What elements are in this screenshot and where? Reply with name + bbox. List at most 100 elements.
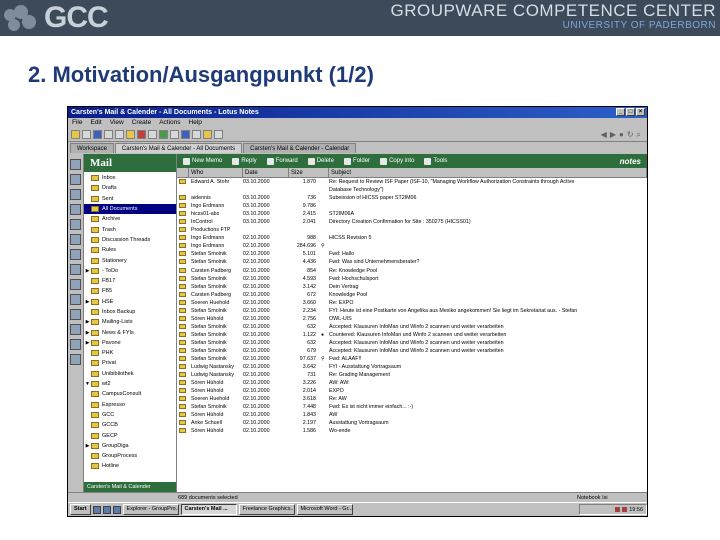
menu-file[interactable]: File	[72, 118, 82, 128]
bookmark-todo-icon[interactable]	[70, 204, 81, 215]
bookmark-web-icon[interactable]	[70, 219, 81, 230]
folder-item[interactable]: ▶ HSE	[84, 297, 176, 307]
document-row[interactable]: Stefan Smolnik 02.10.2000 2.234 FYI: Heute …	[177, 307, 647, 315]
minimize-button[interactable]: _	[616, 108, 625, 116]
toolbar-navigate-icon[interactable]	[181, 130, 190, 139]
document-row[interactable]: Carsten Padberg 02.10.2000 854 Re: Knowledg…	[177, 267, 647, 275]
document-row[interactable]: Stefan Smolnik 02.10.2000 1.122 ● Countered:…	[177, 331, 647, 339]
menu-view[interactable]: View	[110, 118, 124, 128]
column-who[interactable]: Who	[189, 168, 243, 177]
document-row[interactable]: Ingo Erdmann 02.10.2000 988 HICSS Revision …	[177, 234, 647, 242]
folder-item[interactable]: Rules	[84, 245, 176, 255]
toolbar-save-icon[interactable]	[82, 130, 91, 139]
document-row[interactable]: Sören Hühold 02.10.2000 2.014 EXPO	[177, 387, 647, 395]
expand-twisty-icon[interactable]: ▶	[84, 338, 91, 348]
tray-network-icon[interactable]	[615, 507, 621, 512]
tools-button[interactable]: Tools	[424, 157, 447, 165]
tab-calendar[interactable]: Carsten's Mail & Calender - Calendar	[243, 143, 357, 153]
folder-item[interactable]: Hotline	[84, 461, 176, 471]
document-row[interactable]: Edward A. Stohr 03.10.2000 1.870 Re: Reques…	[177, 178, 647, 186]
bookmark-database-icon[interactable]	[70, 234, 81, 245]
folder-item[interactable]: Discussion Threads	[84, 235, 176, 245]
maximize-button[interactable]: □	[626, 108, 635, 116]
document-row[interactable]: Productions FTP	[177, 226, 647, 234]
folder-item[interactable]: GroupProcess	[84, 451, 176, 461]
document-row[interactable]: Stefan Smolnik 02.10.2000 3.142 Dein Vertra…	[177, 283, 647, 291]
folder-item[interactable]: GCC	[84, 410, 176, 420]
document-row[interactable]: Soeren Huehold 02.10.2000 3.618 Re: AW	[177, 395, 647, 403]
new-memo-button[interactable]: New Memo	[183, 157, 222, 165]
toolbar-copy-icon[interactable]	[115, 130, 124, 139]
folder-item[interactable]: ▶ - ToDo	[84, 266, 176, 276]
bookmark-journal-icon[interactable]	[70, 264, 81, 275]
toolbar-search-icon[interactable]	[148, 130, 157, 139]
document-row[interactable]: Stefan Smolnik 02.10.2000 4.436 Fwd: Was si…	[177, 258, 647, 266]
document-row[interactable]: Ludwig Nastansky 02.10.2000 731 Re: Grading…	[177, 371, 647, 379]
menu-help[interactable]: Help	[189, 118, 202, 128]
folder-item[interactable]: Trash	[84, 224, 176, 234]
toolbar-print-icon[interactable]	[93, 130, 102, 139]
folder-item[interactable]: FB17	[84, 276, 176, 286]
column-size[interactable]: Size	[289, 168, 329, 177]
expand-twisty-icon[interactable]: ▶	[84, 328, 91, 338]
tray-volume-icon[interactable]	[622, 507, 628, 512]
expand-twisty-icon[interactable]: ▼	[84, 379, 91, 389]
folder-item[interactable]: GECP	[84, 430, 176, 440]
folder-item[interactable]: ▶ News & FYIs	[84, 327, 176, 337]
start-button[interactable]: Start	[70, 504, 91, 515]
copy-into-button[interactable]: Copy into	[380, 157, 414, 165]
folder-item[interactable]: PHK	[84, 348, 176, 358]
document-row[interactable]: Sören Hühold 02.10.2000 3.226 AW: AW:	[177, 379, 647, 387]
menu-edit[interactable]: Edit	[90, 118, 101, 128]
document-row[interactable]: Soeren Huehold 02.10.2000 3.660 Re: EXPO	[177, 299, 647, 307]
document-row[interactable]: Sören Hühold 02.10.2000 1.586 Wo-ende	[177, 427, 647, 435]
bookmark-replicator-icon[interactable]	[70, 294, 81, 305]
toolbar-edit-icon[interactable]	[137, 130, 146, 139]
column-date[interactable]: Date	[243, 168, 289, 177]
folder-item[interactable]: Espresso	[84, 400, 176, 410]
folder-item[interactable]: ▼ wt2	[84, 379, 176, 389]
expand-twisty-icon[interactable]: ▶	[84, 317, 91, 327]
folder-item[interactable]: Inbox Backup	[84, 307, 176, 317]
bookmark-help-icon[interactable]	[70, 309, 81, 320]
bookmark-addressbook-icon[interactable]	[70, 189, 81, 200]
folder-item[interactable]: Sent	[84, 194, 176, 204]
tab-all-documents[interactable]: Carsten's Mail & Calender - All Document…	[114, 143, 243, 153]
back-arrow-icon[interactable]: ◀	[601, 130, 607, 140]
quicklaunch-explorer-icon[interactable]	[92, 505, 101, 514]
quicklaunch-outlook-icon[interactable]	[112, 505, 121, 514]
toolbar-cut-icon[interactable]	[104, 130, 113, 139]
folder-item[interactable]: Inbox	[84, 173, 176, 183]
folder-item[interactable]: Unibibliothek	[84, 369, 176, 379]
bookmark-discussion-icon[interactable]	[70, 249, 81, 260]
folder-item[interactable]: ▶ GroupDiga	[84, 441, 176, 451]
task-freelance[interactable]: Freelance Graphics...	[238, 504, 295, 515]
toolbar-forward-icon[interactable]	[170, 130, 179, 139]
bookmark-folder-icon[interactable]	[70, 279, 81, 290]
document-row[interactable]: Stefan Smolnik 02.10.2000 4.593 Fwd: Hochsc…	[177, 275, 647, 283]
folder-item[interactable]: CampusConsult	[84, 389, 176, 399]
forward-arrow-icon[interactable]: ▶	[610, 130, 616, 140]
document-row[interactable]: Ludwig Nastansky 02.10.2000 3.642 FYI - Aus…	[177, 363, 647, 371]
document-row[interactable]: Stefan Smolnik 02.10.2000 679 Accepted: Kla…	[177, 347, 647, 355]
document-row[interactable]: Ingo Erdmann 02.10.2000 284.696 ⚲	[177, 242, 647, 250]
delete-button[interactable]: Delete	[307, 157, 334, 165]
document-row[interactable]: aidennis 03.10.2000 736 Subeission of HICSS…	[177, 194, 647, 202]
quicklaunch-desktop-icon[interactable]	[102, 505, 111, 514]
bookmark-calendar-icon[interactable]	[70, 174, 81, 185]
toolbar-reply-icon[interactable]	[159, 130, 168, 139]
window-titlebar[interactable]: Carsten's Mail & Calender - All Document…	[68, 107, 647, 118]
bookmark-mail-icon[interactable]	[70, 159, 81, 170]
toolbar-folder-icon[interactable]	[71, 130, 80, 139]
toolbar-refresh-icon[interactable]	[192, 130, 201, 139]
task-notes[interactable]: Carsten's Mail ...	[180, 504, 237, 515]
folder-item[interactable]: FB5	[84, 286, 176, 296]
document-row[interactable]: Carsten Padberg 02.10.2000 672 Knowledge Po…	[177, 291, 647, 299]
folder-item[interactable]: Drafts	[84, 183, 176, 193]
forward-button[interactable]: Forward	[266, 157, 298, 165]
menu-actions[interactable]: Actions	[159, 118, 180, 128]
find-icon[interactable]: ⌕	[637, 130, 641, 140]
tab-workspace[interactable]: Workspace	[70, 143, 114, 153]
toolbar-attach-icon[interactable]	[203, 130, 212, 139]
toolbar-paste-icon[interactable]	[126, 130, 135, 139]
